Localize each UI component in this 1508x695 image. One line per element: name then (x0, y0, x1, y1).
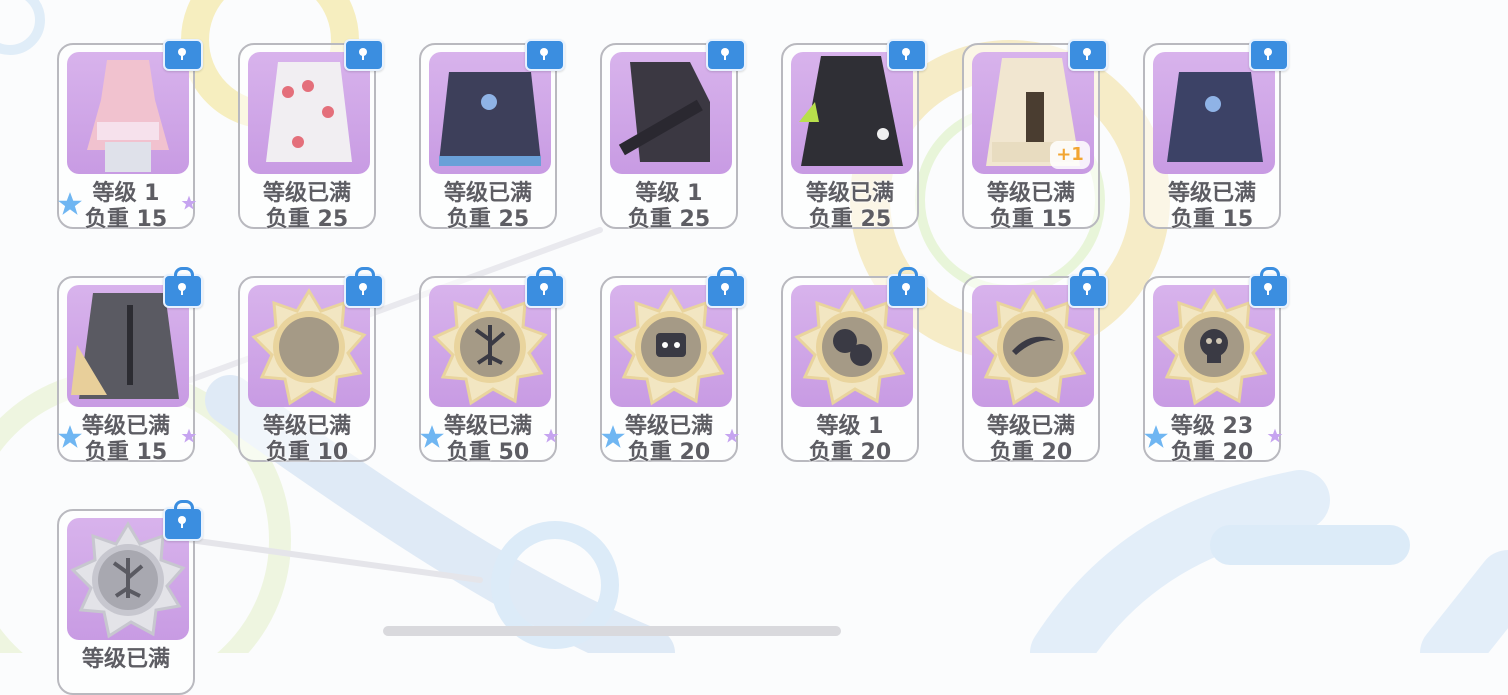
lock-icon[interactable] (525, 267, 565, 308)
equipment-card[interactable]: 等级已满 负重 20 (600, 267, 746, 465)
lock-icon[interactable] (706, 267, 746, 308)
weight-label: 负重 20 (627, 440, 711, 465)
weight-label: 负重 15 (989, 207, 1073, 232)
equipment-card[interactable]: 等级已满 负重 15 (1143, 39, 1289, 232)
equipment-card[interactable]: 等级 1 负重 25 (600, 39, 746, 232)
equipment-card[interactable]: 等级已满 负重 25 (238, 39, 384, 232)
equipment-card[interactable]: 等级已满 负重 10 (238, 267, 384, 465)
equipment-card[interactable]: 等级 23 负重 20 (1143, 267, 1289, 465)
equipment-card[interactable]: 等级 1 负重 15 (57, 39, 203, 232)
weight-label: 负重 50 (446, 440, 530, 465)
weight-label: 负重 25 (446, 207, 530, 232)
weight-label: 负重 15 (84, 207, 168, 232)
equipment-card[interactable]: +1 等级已满 负重 15 (962, 39, 1108, 232)
lock-icon[interactable] (163, 39, 203, 71)
horizontal-scrollbar[interactable] (383, 626, 841, 636)
lock-icon[interactable] (1068, 267, 1108, 308)
equipment-card[interactable]: 等级已满 负重 25 (781, 39, 927, 232)
weight-label: 负重 15 (84, 440, 168, 465)
weight-label: 负重 25 (627, 207, 711, 232)
weight-label: 负重 10 (265, 440, 349, 465)
weight-label: 负重 20 (989, 440, 1073, 465)
weight-label: 负重 20 (1170, 440, 1254, 465)
weight-label: 负重 15 (1170, 207, 1254, 232)
lock-icon[interactable] (344, 267, 384, 308)
equipment-card[interactable]: 等级已满 负重 50 (419, 267, 565, 465)
lock-icon[interactable] (525, 39, 565, 71)
equipment-card[interactable]: 等级 1 负重 20 (781, 267, 927, 465)
equipment-card[interactable]: 等级已满 负重 15 (57, 267, 203, 465)
lock-icon[interactable] (163, 267, 203, 308)
equipment-grid: 等级 1 负重 15 等级已满 负重 25 等级已满 负重 25 等级 1 负重 25 等级已满… (0, 0, 1508, 695)
lock-icon[interactable] (887, 39, 927, 71)
equipment-card[interactable]: 等级已满 负重 25 (419, 39, 565, 232)
lock-icon[interactable] (706, 39, 746, 71)
equipment-card[interactable]: 等级已满 (57, 500, 203, 695)
lock-icon[interactable] (887, 267, 927, 308)
lock-icon[interactable] (344, 39, 384, 71)
lock-icon[interactable] (1249, 39, 1289, 71)
upgrade-badge: +1 (1050, 141, 1090, 169)
lock-icon[interactable] (1068, 39, 1108, 71)
weight-label: 负重 25 (808, 207, 892, 232)
lock-icon[interactable] (1249, 267, 1289, 308)
weight-label: 负重 20 (808, 440, 892, 465)
equipment-card[interactable]: 等级已满 负重 20 (962, 267, 1108, 465)
weight-label: 负重 25 (265, 207, 349, 232)
lock-icon[interactable] (163, 500, 203, 541)
level-label: 等级已满 (81, 647, 170, 672)
